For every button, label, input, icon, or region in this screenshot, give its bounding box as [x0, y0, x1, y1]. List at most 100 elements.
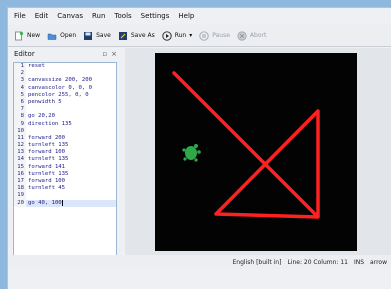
status-mode: INS	[353, 258, 365, 266]
line-number: 13	[14, 149, 26, 157]
abort-icon	[237, 30, 247, 41]
toolbar: New Open Save Save As Run ▾ Pause Abort	[8, 25, 391, 47]
menu-help[interactable]: Help	[178, 12, 194, 20]
code-text: turnleft 135	[28, 170, 69, 177]
line-number: 11	[14, 134, 26, 143]
code-line[interactable]: 13 forward 100	[14, 149, 116, 157]
code-line[interactable]: 9 direction 135	[14, 120, 116, 128]
status-language: English [built in]	[232, 258, 282, 266]
canvas-area	[125, 48, 391, 264]
line-number: 19	[14, 192, 26, 200]
line-number: 6	[14, 98, 26, 107]
menu-tools[interactable]: Tools	[114, 12, 131, 20]
line-number: 8	[14, 113, 26, 121]
code-text: direction 135	[28, 120, 72, 127]
line-number: 20	[14, 199, 26, 207]
menu-run[interactable]: Run	[92, 12, 105, 20]
save-as-icon	[118, 31, 128, 41]
code-editor[interactable]: 1 reset 2 3 canvassize 200, 200 4 canvascolor …	[13, 62, 117, 262]
save-as-button[interactable]: Save As	[118, 31, 155, 41]
line-number: 9	[14, 120, 26, 128]
play-icon	[162, 30, 172, 41]
code-line[interactable]: 15 forward 141	[14, 163, 116, 171]
menu-settings[interactable]: Settings	[141, 12, 170, 20]
editor-title: Editor	[14, 50, 35, 58]
code-text: forward 141	[28, 163, 66, 170]
code-text: canvassize 200, 200	[28, 77, 92, 84]
code-text: forward 100	[28, 178, 66, 184]
code-line[interactable]: 17 forward 100	[14, 178, 116, 186]
code-text: reset	[28, 63, 45, 69]
menu-file[interactable]: File	[14, 12, 26, 20]
run-dropdown-icon[interactable]: ▾	[189, 32, 192, 39]
code-line[interactable]: 2	[14, 70, 116, 78]
code-line[interactable]: 14 turnleft 135	[14, 156, 116, 164]
line-number: 18	[14, 185, 26, 193]
abort-label: Abort	[249, 32, 267, 39]
editor-titlebar: Editor ▫ ×	[10, 48, 121, 60]
code-line[interactable]: 19	[14, 192, 116, 200]
line-number: 10	[14, 127, 26, 135]
code-line[interactable]: 18 turnleft 45	[14, 185, 116, 193]
code-line[interactable]: 3 canvassize 200, 200	[14, 77, 116, 85]
open-button[interactable]: Open	[47, 31, 76, 41]
status-bar: English [built in] Line: 20 Column: 11 I…	[8, 255, 391, 269]
code-line[interactable]: 8 go 20,20	[14, 113, 116, 121]
save-button[interactable]: Save	[83, 31, 111, 41]
dock-buttons: ▫ ×	[102, 50, 117, 58]
code-line[interactable]: 1 reset	[14, 63, 116, 71]
status-extra: arrow	[370, 258, 387, 266]
pause-icon	[199, 30, 209, 41]
window-bottom	[8, 270, 391, 289]
code-line[interactable]: 12 turnleft 135	[14, 142, 116, 150]
code-text: turnleft 135	[28, 142, 69, 149]
line-number: 3	[14, 77, 26, 85]
code-text: forward 100	[28, 149, 66, 156]
abort-button[interactable]: Abort	[237, 30, 267, 41]
folder-icon	[47, 31, 57, 41]
code-line[interactable]: 10	[14, 127, 116, 135]
float-icon[interactable]: ▫	[102, 50, 107, 58]
code-line[interactable]: 5 pencolor 255, 0, 0	[14, 91, 116, 99]
pause-label: Pause	[212, 32, 230, 39]
pause-button[interactable]: Pause	[199, 30, 230, 41]
line-number: 7	[14, 106, 26, 114]
menu-canvas[interactable]: Canvas	[57, 12, 83, 20]
code-text: pencolor 255, 0, 0	[28, 91, 89, 98]
code-line[interactable]: 11 forward 200	[14, 134, 116, 143]
save-as-label: Save As	[130, 32, 155, 39]
run-button[interactable]: Run ▾	[162, 30, 192, 41]
text-cursor	[61, 199, 63, 206]
code-line[interactable]: 7	[14, 106, 116, 114]
line-number: 5	[14, 91, 26, 99]
line-number: 14	[14, 156, 26, 164]
line-number: 12	[14, 142, 26, 150]
line-number: 15	[14, 163, 26, 171]
line-number: 16	[14, 170, 26, 178]
kturtle-window: File Edit Canvas Run Tools Settings Help…	[7, 7, 391, 289]
line-number: 2	[14, 70, 26, 78]
code-text: go 20,20	[28, 113, 55, 120]
turtle-icon	[182, 144, 201, 162]
canvas-drawing	[172, 71, 320, 219]
save-label: Save	[96, 32, 111, 39]
menu-edit[interactable]: Edit	[35, 12, 49, 20]
code-text: turnleft 45	[28, 185, 66, 192]
save-icon	[83, 31, 93, 41]
code-line[interactable]: 4 canvascolor 0, 0, 0	[14, 84, 116, 92]
turtle-canvas	[155, 53, 357, 251]
new-label: New	[27, 32, 41, 39]
code-text: canvascolor 0, 0, 0	[28, 84, 92, 91]
code-line[interactable]: 16 turnleft 135	[14, 170, 116, 178]
open-label: Open	[60, 32, 77, 39]
close-icon[interactable]: ×	[111, 50, 117, 58]
code-line[interactable]: 6 penwidth 5	[14, 98, 116, 107]
new-button[interactable]: New	[14, 31, 40, 41]
code-line[interactable]: 20 go 40, 100	[14, 199, 116, 207]
code-text: turnleft 135	[28, 156, 69, 163]
menu-bar: File Edit Canvas Run Tools Settings Help	[8, 8, 391, 24]
